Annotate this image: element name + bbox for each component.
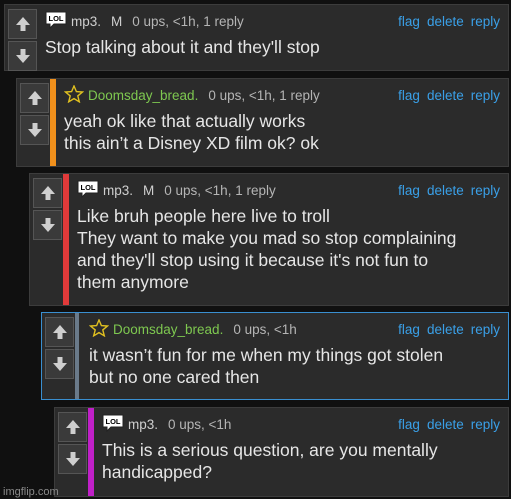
upvote-button[interactable]	[58, 412, 87, 442]
vote-controls	[5, 5, 43, 71]
delete-link[interactable]: delete	[427, 417, 464, 432]
down-arrow-icon	[65, 452, 80, 466]
up-arrow-icon	[65, 420, 80, 434]
upvote-button[interactable]	[20, 83, 49, 113]
comment-text: yeah ok like that actually works this ai…	[64, 111, 319, 153]
down-arrow-icon	[52, 357, 67, 371]
lol-badge-icon: LOL	[77, 180, 99, 201]
comment-stats: 0 ups, <1h, 1 reply	[164, 182, 276, 198]
comment-body: Doomsday_bread. 0 ups, <1h, 1 reply flag…	[63, 79, 508, 166]
star-badge-icon	[63, 83, 85, 106]
username[interactable]: Doomsday_bread.	[113, 322, 223, 337]
up-arrow-icon	[15, 17, 30, 31]
comment-stats: 0 ups, <1h	[233, 321, 297, 337]
flag-link[interactable]: flag	[398, 14, 420, 29]
comment-5: LOL mp3. 0 ups, <1h flag delete reply Th…	[54, 407, 509, 497]
downvote-button[interactable]	[8, 41, 37, 71]
comment-text: Like bruh people here live to troll They…	[77, 206, 457, 292]
comment-body: LOL mp3. M 0 ups, <1h, 1 reply flag dele…	[77, 174, 508, 305]
downvote-button[interactable]	[45, 349, 74, 379]
comment-stats: 0 ups, <1h, 1 reply	[208, 87, 320, 103]
mod-indicator: M	[143, 182, 155, 198]
flag-link[interactable]: flag	[398, 417, 420, 432]
reply-link[interactable]: reply	[471, 14, 500, 29]
username[interactable]: mp3.	[103, 183, 133, 198]
badge-text: LOL	[81, 183, 96, 192]
thread-bar	[88, 408, 94, 496]
star-badge-icon	[88, 317, 110, 340]
down-arrow-icon	[15, 49, 30, 63]
upvote-button[interactable]	[45, 317, 74, 347]
thread-bar	[63, 174, 69, 305]
comment-text: This is a serious question, are you ment…	[102, 440, 438, 482]
flag-link[interactable]: flag	[398, 322, 420, 337]
up-arrow-icon	[52, 325, 67, 339]
lol-badge-icon: LOL	[45, 11, 67, 32]
imgflip-watermark: imgflip.com	[3, 486, 59, 498]
down-arrow-icon	[27, 123, 42, 137]
comment-actions: flag delete reply	[391, 320, 500, 338]
downvote-button[interactable]	[58, 444, 87, 474]
flag-link[interactable]: flag	[398, 88, 420, 103]
username[interactable]: mp3.	[71, 14, 101, 29]
delete-link[interactable]: delete	[427, 183, 464, 198]
mod-indicator: M	[111, 13, 123, 29]
comment-text: it wasn’t fun for me when my things got …	[89, 345, 444, 387]
comment-text: Stop talking about it and they'll stop	[45, 37, 320, 57]
comment-4: Doomsday_bread. 0 ups, <1h flag delete r…	[41, 312, 509, 400]
lol-badge-icon: LOL	[102, 414, 124, 435]
comment-1: LOL mp3. M 0 ups, <1h, 1 reply flag dele…	[4, 4, 509, 71]
thread-bar	[50, 79, 56, 166]
reply-link[interactable]: reply	[471, 417, 500, 432]
reply-link[interactable]: reply	[471, 322, 500, 337]
username[interactable]: mp3.	[128, 417, 158, 432]
down-arrow-icon	[40, 218, 55, 232]
username[interactable]: Doomsday_bread.	[88, 88, 198, 103]
downvote-button[interactable]	[33, 210, 62, 240]
comment-2: Doomsday_bread. 0 ups, <1h, 1 reply flag…	[16, 78, 509, 167]
comment-actions: flag delete reply	[391, 415, 500, 433]
flag-link[interactable]: flag	[398, 183, 420, 198]
comment-3: LOL mp3. M 0 ups, <1h, 1 reply flag dele…	[29, 173, 509, 306]
comment-body: Doomsday_bread. 0 ups, <1h flag delete r…	[88, 313, 508, 399]
badge-text: LOL	[49, 14, 64, 23]
upvote-button[interactable]	[33, 178, 62, 208]
comment-body: LOL mp3. M 0 ups, <1h, 1 reply flag dele…	[45, 5, 508, 70]
comment-stats: 0 ups, <1h	[168, 416, 232, 432]
downvote-button[interactable]	[20, 115, 49, 145]
up-arrow-icon	[27, 91, 42, 105]
comment-body: LOL mp3. 0 ups, <1h flag delete reply Th…	[102, 408, 508, 496]
thread-bar	[75, 313, 79, 399]
up-arrow-icon	[40, 186, 55, 200]
reply-link[interactable]: reply	[471, 183, 500, 198]
delete-link[interactable]: delete	[427, 88, 464, 103]
delete-link[interactable]: delete	[427, 322, 464, 337]
badge-text: LOL	[106, 417, 121, 426]
comment-actions: flag delete reply	[391, 181, 500, 199]
delete-link[interactable]: delete	[427, 14, 464, 29]
comment-actions: flag delete reply	[391, 86, 500, 104]
reply-link[interactable]: reply	[471, 88, 500, 103]
upvote-button[interactable]	[8, 9, 37, 39]
comment-actions: flag delete reply	[391, 12, 500, 30]
comment-stats: 0 ups, <1h, 1 reply	[132, 13, 244, 29]
